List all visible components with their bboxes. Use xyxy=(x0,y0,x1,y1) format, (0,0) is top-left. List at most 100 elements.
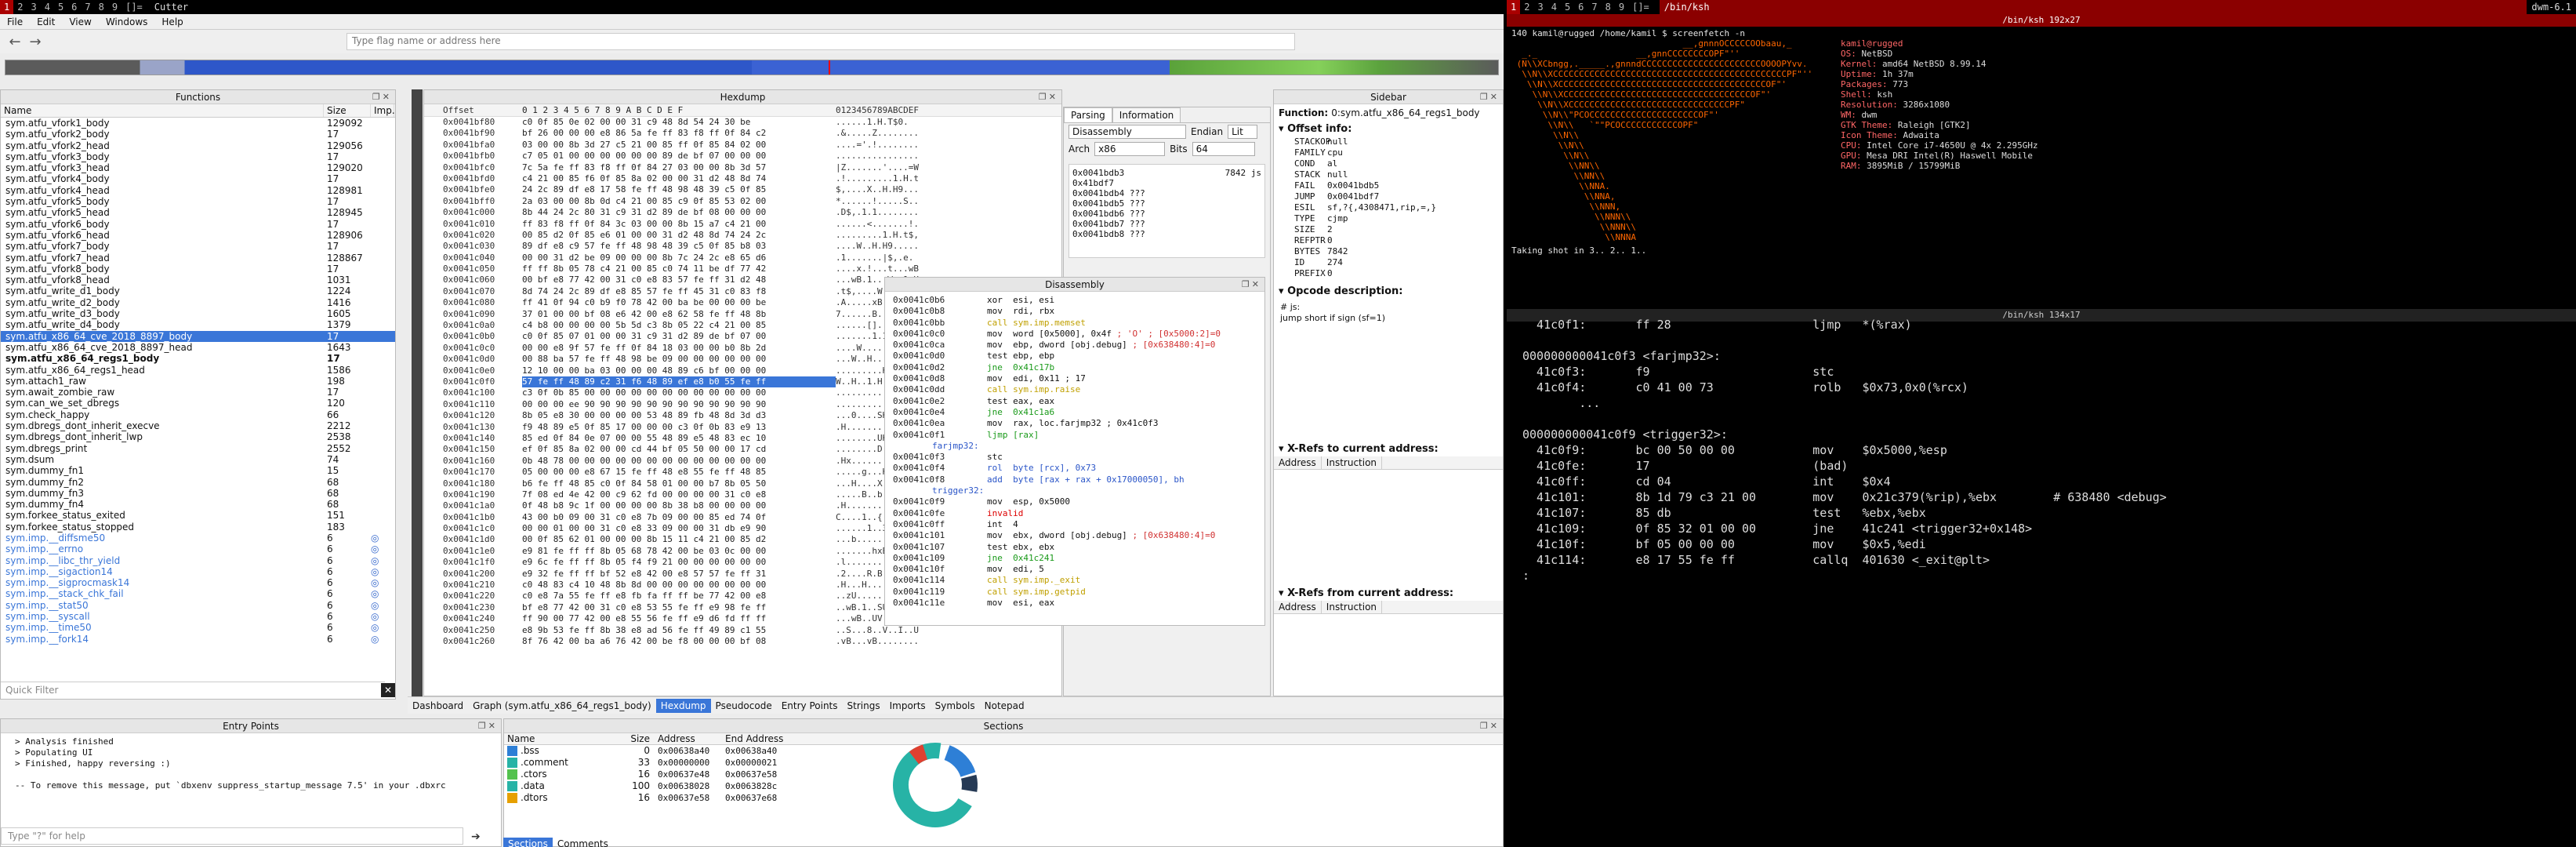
dwm-tag-5[interactable]: 5 xyxy=(54,0,67,14)
function-row[interactable]: sym.atfu_x86_64_cve_2018_8897_head 1643 xyxy=(1,342,395,353)
function-row[interactable]: sym.atfu_write_d1_body 1224 xyxy=(1,285,395,296)
function-row[interactable]: sym.atfu_vfork5_head 128945 xyxy=(1,207,395,218)
function-row[interactable]: sym.dummy_fn2 68 xyxy=(1,477,395,488)
function-row[interactable]: sym.atfu_vfork2_head 129056 xyxy=(1,140,395,151)
function-row[interactable]: sym.dummy_fn3 68 xyxy=(1,488,395,499)
function-row[interactable]: sym.atfu_x86_64_regs1_head 1586 xyxy=(1,365,395,376)
function-row[interactable]: sym.imp.__sigaction14 6 ◎ xyxy=(1,566,395,577)
function-row[interactable]: sym.imp.__libc_thr_yield 6 ◎ xyxy=(1,555,395,566)
dock-buttons-icon[interactable]: ❐✕ xyxy=(1480,719,1500,733)
function-row[interactable]: sym.dbregs_dont_inherit_execve 2212 xyxy=(1,420,395,431)
function-row[interactable]: sym.atfu_write_d3_body 1605 xyxy=(1,308,395,319)
function-row[interactable]: sym.atfu_vfork8_body 17 xyxy=(1,264,395,274)
endian-select[interactable]: Lit xyxy=(1228,125,1258,139)
disassembly-rows[interactable]: 0x0041c0b6 xor esi, esi 0x0041c0b8 mov rdi,… xyxy=(885,292,1264,609)
dwm-tag-3[interactable]: 3 xyxy=(1533,0,1547,14)
arch-select[interactable]: x86 xyxy=(1094,142,1166,156)
function-row[interactable]: sym.can_we_set_dbregs 120 xyxy=(1,398,395,409)
section-row[interactable]: .ctors 16 0x00637e48 0x00637e58 xyxy=(504,769,1503,780)
dwm-tag-6[interactable]: 6 xyxy=(67,0,81,14)
xrefs-to-heading[interactable]: ▾ X-Refs to current address: xyxy=(1274,442,1503,456)
disassembly-line[interactable]: 0x0041c0fe invalid xyxy=(885,508,1264,519)
tab-graph[interactable]: Graph (sym.atfu_x86_64_regs1_body) xyxy=(468,699,656,713)
menu-help[interactable]: Help xyxy=(154,16,190,27)
dock-buttons-icon[interactable]: ❐✕ xyxy=(1039,90,1058,104)
xref-col-instruction[interactable]: Instruction xyxy=(1322,601,1383,613)
offset-info-heading[interactable]: ▾ Offset info: xyxy=(1274,122,1503,136)
function-row[interactable]: sym.atfu_vfork7_head 128867 xyxy=(1,253,395,264)
disassembly-line[interactable]: 0x0041c0dd call sym.imp.raise xyxy=(885,384,1264,395)
tab-notepad[interactable]: Notepad xyxy=(980,699,1029,713)
tab-strings[interactable]: Strings xyxy=(843,699,885,713)
dwm-tag-9[interactable]: 9 xyxy=(1615,0,1628,14)
function-row[interactable]: sym.forkee_status_exited 151 xyxy=(1,510,395,521)
function-row[interactable]: sym.atfu_vfork3_head 129020 xyxy=(1,162,395,173)
hexdump-row[interactable]: 0x0041bf90 bf 26 00 00 00 e8 86 5a fe ff … xyxy=(424,128,1061,139)
disassembly-line[interactable]: 0x0041c0b8 mov rdi, rbx xyxy=(885,306,1264,317)
layout-indicator-left[interactable]: []= xyxy=(122,0,147,14)
dwm-tag-8[interactable]: 8 xyxy=(95,0,108,14)
hexdump-row[interactable]: 0x0041c030 89 df e8 c9 57 fe ff 48 98 48 … xyxy=(424,241,1061,252)
disassembly-line[interactable]: 0x0041c101 mov ebx, dword [obj.debug] ; [… xyxy=(885,530,1264,541)
dwm-tag-7[interactable]: 7 xyxy=(81,0,94,14)
tab-parsing[interactable]: Parsing xyxy=(1064,107,1112,122)
tab-comments[interactable]: Comments xyxy=(553,838,613,847)
function-row[interactable]: sym.dummy_fn4 68 xyxy=(1,499,395,510)
hexdump-row[interactable]: 0x0041c050 ff ff 8b 05 78 c4 21 00 85 c0 … xyxy=(424,264,1061,274)
function-row[interactable]: sym.atfu_vfork6_head 128906 xyxy=(1,230,395,241)
terminal-top[interactable]: /bin/ksh 192x27 140 kamil@rugged /home/k… xyxy=(1507,14,2576,307)
xrefs-from-heading[interactable]: ▾ X-Refs from current address: xyxy=(1274,586,1503,601)
tab-sections[interactable]: Sections xyxy=(503,838,553,847)
tab-hexdump[interactable]: Hexdump xyxy=(655,698,711,713)
dwm-tag-3[interactable]: 3 xyxy=(27,0,40,14)
arrow-right-icon[interactable]: ➔ xyxy=(471,831,481,843)
function-row[interactable]: sym.atfu_write_d2_body 1416 xyxy=(1,297,395,308)
disassembly-line[interactable]: 0x0041c114 call sym.imp._exit xyxy=(885,575,1264,586)
dwm-tag-4[interactable]: 4 xyxy=(41,0,54,14)
sec-col-size[interactable]: Size xyxy=(611,733,658,744)
hexdump-row[interactable]: 0x0041c040 00 00 31 d2 be 09 00 00 00 8b … xyxy=(424,253,1061,264)
dwm-tag-4[interactable]: 4 xyxy=(1547,0,1561,14)
disassembly-line[interactable]: 0x0041c0f8 add byte [rax + rax + 0x170000… xyxy=(885,474,1264,485)
hexdump-row[interactable]: 0x0041bfd0 c4 21 00 85 f6 0f 85 8a 02 00 … xyxy=(424,173,1061,184)
section-row[interactable]: .comment 33 0x00000000 0x00000021 xyxy=(504,757,1503,769)
function-row[interactable]: sym.dummy_fn1 15 xyxy=(1,465,395,476)
bits-select[interactable]: 64 xyxy=(1192,142,1255,156)
disassembly-line[interactable]: 0x0041c109 jne 0x41c241 xyxy=(885,553,1264,564)
function-row[interactable]: sym.atfu_vfork4_head 128981 xyxy=(1,185,395,196)
function-row[interactable]: sym.dsum 74 xyxy=(1,454,395,465)
disassembly-line[interactable]: 0x0041c0f1 ljmp [rax] xyxy=(885,430,1264,441)
function-row[interactable]: sym.atfu_vfork7_body 17 xyxy=(1,241,395,252)
hexdump-row[interactable]: 0x0041bfc0 7c 5a fe ff 83 f8 ff 0f 84 27 … xyxy=(424,162,1061,173)
hexdump-row[interactable]: 0x0041c020 00 85 d2 0f 85 e6 01 00 00 31 … xyxy=(424,230,1061,241)
function-row[interactable]: sym.atfu_vfork6_body 17 xyxy=(1,219,395,230)
xref-col-address[interactable]: Address xyxy=(1274,601,1322,613)
disassembly-line[interactable]: 0x0041c107 test ebx, ebx xyxy=(885,542,1264,553)
section-row[interactable]: .data 100 0x00638028 0x0063828c xyxy=(504,780,1503,792)
dock-buttons-icon[interactable]: ❐✕ xyxy=(478,719,498,733)
layout-indicator-right[interactable]: []= xyxy=(1628,0,1653,14)
disassembly-line[interactable]: 0x0041c0ea mov rax, loc.farjmp32 ; 0x41c0… xyxy=(885,418,1264,429)
arrow-left-icon[interactable]: ← xyxy=(5,31,25,52)
hexdump-row[interactable]: 0x0041c250 e8 9b 53 fe ff 8b 38 e8 ad 56 … xyxy=(424,625,1061,636)
dwm-tag-2[interactable]: 2 xyxy=(13,0,27,14)
disassembly-line[interactable]: 0x0041c11e mov esi, eax xyxy=(885,598,1264,609)
function-row[interactable]: sym.atfu_vfork4_body 17 xyxy=(1,173,395,184)
dwm-tag-1[interactable]: 1 xyxy=(0,0,14,14)
disassembly-line[interactable]: 0x0041c0e4 jne 0x41c1a6 xyxy=(885,407,1264,418)
dock-buttons-icon[interactable]: ❐✕ xyxy=(1242,278,1261,292)
function-row[interactable]: sym.imp.__fork14 6 ◎ xyxy=(1,634,395,645)
disassembly-line[interactable]: 0x0041c0b6 xor esi, esi xyxy=(885,295,1264,306)
disassembly-line[interactable]: 0x0041c0d0 test ebp, ebp xyxy=(885,351,1264,362)
function-row[interactable]: sym.imp.__time50 6 ◎ xyxy=(1,622,395,633)
tab-dashboard[interactable]: Dashboard xyxy=(408,699,468,713)
dwm-tags-left[interactable]: 123456789 xyxy=(0,0,122,14)
hexdump-row[interactable]: 0x0041bfa0 03 00 00 8b 3d 27 c5 21 00 85 … xyxy=(424,140,1061,151)
menu-edit[interactable]: Edit xyxy=(30,16,62,27)
tab-pseudocode[interactable]: Pseudocode xyxy=(711,699,777,713)
sec-col-end[interactable]: End Address xyxy=(725,733,793,744)
hexdump-row[interactable]: 0x0041bff0 2a 03 00 00 8b 0d c4 21 00 85 … xyxy=(424,196,1061,207)
console-input[interactable]: Type "?" for help xyxy=(1,827,463,845)
col-imp[interactable]: Imp. xyxy=(371,104,395,117)
menu-file[interactable]: File xyxy=(0,16,30,27)
